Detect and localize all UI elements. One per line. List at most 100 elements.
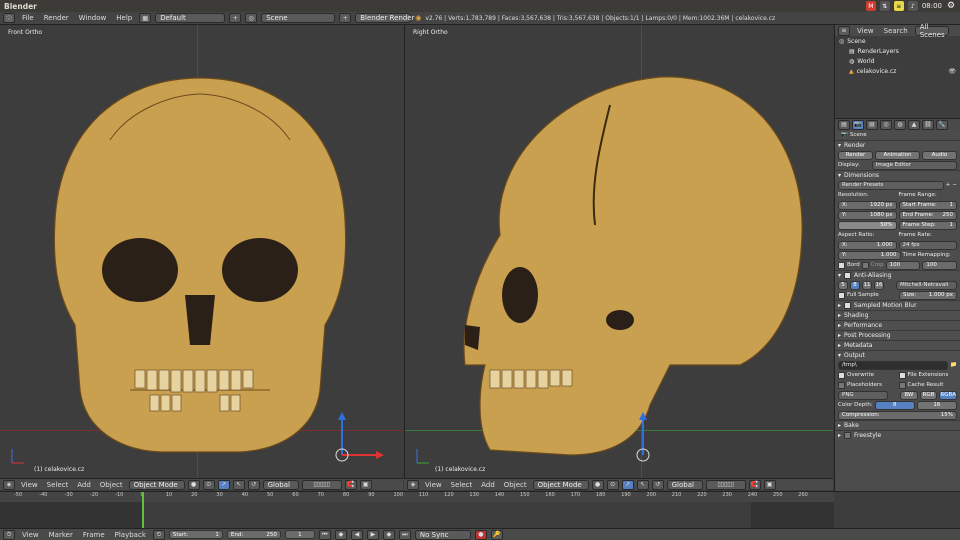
outliner-menu-view[interactable]: View bbox=[854, 27, 877, 35]
scene-tab-icon[interactable]: ◎ bbox=[880, 119, 892, 130]
timeline-ruler[interactable]: -50-40-30-20-100102030405060708090100110… bbox=[0, 492, 834, 502]
motion-blur-checkbox[interactable] bbox=[844, 302, 852, 309]
aa-samples-11[interactable]: 11 bbox=[862, 280, 872, 290]
audio-button[interactable]: Audio bbox=[921, 150, 957, 160]
editor-type-icon[interactable]: ⓘ bbox=[3, 13, 15, 23]
res-x-field[interactable]: X: 1920 px bbox=[838, 200, 897, 210]
placeholders-checkbox[interactable] bbox=[838, 381, 845, 389]
record-icon[interactable]: ● bbox=[474, 529, 487, 540]
translate-icon[interactable]: ↖ bbox=[232, 479, 245, 490]
file-ext-checkbox[interactable] bbox=[898, 371, 906, 379]
clock[interactable]: 08:00 bbox=[922, 2, 942, 10]
res-percentage-slider[interactable]: 50% bbox=[838, 220, 897, 230]
render-icon[interactable]: ▣ bbox=[763, 479, 776, 490]
menu-object[interactable]: Object bbox=[97, 481, 126, 489]
menu-view[interactable]: View bbox=[422, 481, 445, 489]
outliner-filter-select[interactable]: All Scenes bbox=[914, 23, 949, 39]
outliner-item-world[interactable]: ◍ World bbox=[835, 56, 960, 66]
snap-icon[interactable]: 🧲 bbox=[344, 479, 357, 490]
layout-select[interactable]: Default bbox=[155, 13, 226, 23]
full-sample-checkbox[interactable] bbox=[838, 291, 845, 299]
render-presets-select[interactable]: Render Presets bbox=[838, 180, 944, 190]
panel-bake-header[interactable]: ▸ Bake bbox=[835, 420, 960, 430]
modifiers-tab-icon[interactable]: 🔧 bbox=[936, 119, 948, 130]
panel-metadata-header[interactable]: ▸ Metadata bbox=[835, 340, 960, 350]
transform-manipulator[interactable] bbox=[330, 410, 390, 470]
aa-filter-select[interactable]: Mitchell-Netravali bbox=[896, 280, 957, 290]
menu-render[interactable]: Render bbox=[41, 14, 72, 22]
world-tab-icon[interactable]: ◍ bbox=[894, 119, 906, 130]
orientation-select[interactable]: Global bbox=[666, 479, 703, 490]
object-tab-icon[interactable]: ▲ bbox=[908, 119, 920, 130]
snap-icon[interactable]: 🧲 bbox=[748, 479, 761, 490]
constraints-tab-icon[interactable]: ⛓ bbox=[922, 119, 934, 130]
transform-manipulator[interactable] bbox=[631, 410, 671, 470]
timeline-menu-marker[interactable]: Marker bbox=[46, 531, 76, 539]
output-path-input[interactable]: /tmp\ bbox=[838, 360, 949, 370]
freestyle-checkbox[interactable] bbox=[844, 432, 852, 439]
rotate-icon[interactable]: ↺ bbox=[247, 479, 260, 490]
aa-samples-16[interactable]: 16 bbox=[874, 280, 884, 290]
current-frame-field[interactable]: 1 bbox=[284, 530, 315, 539]
folder-icon[interactable]: 📁 bbox=[950, 362, 957, 368]
outliner-icon[interactable]: ≡ bbox=[838, 25, 850, 36]
menu-window[interactable]: Window bbox=[76, 14, 110, 22]
animation-button[interactable]: Animation bbox=[875, 150, 920, 160]
network-icon[interactable]: ⇅ bbox=[879, 1, 890, 11]
rotate-icon[interactable]: ↺ bbox=[651, 479, 664, 490]
timeline[interactable]: -50-40-30-20-100102030405060708090100110… bbox=[0, 491, 960, 528]
pivot-icon[interactable]: ⊙ bbox=[202, 479, 215, 490]
aspect-y-field[interactable]: Y: 1.000 bbox=[838, 250, 901, 260]
outliner-item-renderlayers[interactable]: ▤ RenderLayers bbox=[835, 46, 960, 56]
preview-range-icon[interactable]: ⏲ bbox=[152, 529, 165, 540]
scene-icon[interactable]: ◎ bbox=[245, 13, 258, 23]
aspect-x-field[interactable]: X: 1.000 bbox=[838, 240, 897, 250]
menu-view[interactable]: View bbox=[18, 481, 41, 489]
mode-select[interactable]: Object Mode bbox=[128, 479, 185, 490]
outliner-item-object[interactable]: ▲ celakovice.cz 👁 bbox=[835, 66, 960, 76]
visibility-icon[interactable]: 👁 bbox=[948, 68, 960, 75]
fps-select[interactable]: 24 fps bbox=[898, 240, 957, 250]
menu-add[interactable]: Add bbox=[478, 481, 498, 489]
aa-checkbox[interactable] bbox=[844, 272, 852, 279]
menu-object[interactable]: Object bbox=[501, 481, 530, 489]
keying-set-icon[interactable]: 🔑 bbox=[490, 529, 503, 540]
mail-icon[interactable]: M bbox=[865, 1, 876, 11]
panel-dimensions-header[interactable]: ▾ Dimensions bbox=[835, 170, 960, 180]
panel-render-header[interactable]: ▾ Render bbox=[835, 140, 960, 150]
remove-preset-icon[interactable]: − bbox=[952, 182, 957, 188]
manipulator-toggle-icon[interactable]: ↗ bbox=[217, 479, 230, 490]
orientation-select[interactable]: Global bbox=[262, 479, 299, 490]
notes-icon[interactable]: ≡ bbox=[893, 1, 904, 11]
menu-select[interactable]: Select bbox=[44, 481, 72, 489]
scene-add-icon[interactable]: + bbox=[339, 13, 352, 23]
panel-post-processing-header[interactable]: ▸ Post Processing bbox=[835, 330, 960, 340]
end-field[interactable]: End: 250 bbox=[226, 530, 281, 539]
menu-add[interactable]: Add bbox=[74, 481, 94, 489]
depth-16-button[interactable]: 16 bbox=[916, 400, 957, 410]
layout-icon[interactable]: ▦ bbox=[139, 13, 152, 23]
render-tab-icon[interactable]: 📷 bbox=[852, 119, 864, 130]
viewport-front[interactable]: Front Ortho (1) celakovice.cz bbox=[0, 25, 403, 478]
render-icon[interactable]: ▣ bbox=[359, 479, 372, 490]
crop-checkbox[interactable] bbox=[861, 261, 869, 269]
play-icon[interactable]: ▶ bbox=[366, 529, 379, 540]
aa-size-field[interactable]: Size: 1.000 px bbox=[899, 290, 957, 300]
panel-motion-blur-header[interactable]: ▸ Sampled Motion Blur bbox=[835, 300, 960, 310]
menu-help[interactable]: Help bbox=[113, 14, 135, 22]
layers-tab-icon[interactable]: ▤ bbox=[866, 119, 878, 130]
jump-start-icon[interactable]: ⏮ bbox=[318, 529, 331, 540]
timeline-menu-playback[interactable]: Playback bbox=[112, 531, 149, 539]
display-select[interactable]: Image Editor bbox=[871, 160, 957, 170]
layout-add-icon[interactable]: + bbox=[229, 13, 242, 23]
timeline-menu-view[interactable]: View bbox=[19, 531, 42, 539]
editor-type-icon[interactable]: ◈ bbox=[3, 479, 15, 490]
start-field[interactable]: Start: 1 bbox=[168, 530, 223, 539]
file-format-select[interactable]: PNG bbox=[838, 390, 888, 400]
pivot-icon[interactable]: ⊙ bbox=[606, 479, 619, 490]
res-y-field[interactable]: Y: 1080 px bbox=[838, 210, 897, 220]
panel-aa-header[interactable]: ▾ Anti-Aliasing bbox=[835, 270, 960, 280]
editor-type-icon[interactable]: ◈ bbox=[407, 479, 419, 490]
translate-icon[interactable]: ↖ bbox=[636, 479, 649, 490]
properties-icon[interactable]: ▤ bbox=[838, 119, 850, 130]
